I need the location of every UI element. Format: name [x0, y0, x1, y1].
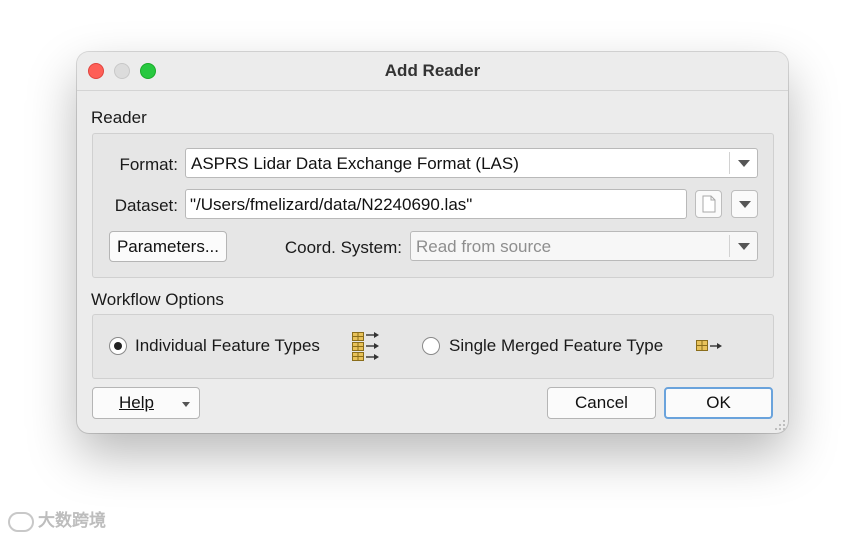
browse-file-button[interactable]	[695, 190, 722, 218]
chevron-down-icon	[739, 201, 751, 208]
coord-system-combobox[interactable]: Read from source	[410, 231, 758, 261]
dataset-value: "/Users/fmelizard/data/N2240690.las"	[190, 195, 473, 214]
reader-group: Format: ASPRS Lidar Data Exchange Format…	[92, 133, 774, 278]
single-merged-feature-type-label[interactable]: Single Merged Feature Type	[449, 336, 663, 356]
combo-divider	[729, 152, 730, 174]
cancel-button[interactable]: Cancel	[547, 387, 656, 419]
watermark: 大数跨境	[8, 506, 106, 532]
help-label: Help	[119, 393, 154, 412]
individual-feature-types-label[interactable]: Individual Feature Types	[135, 336, 320, 356]
chevron-down-icon	[738, 243, 750, 250]
ok-button[interactable]: OK	[664, 387, 773, 419]
title-bar: Add Reader	[77, 52, 788, 91]
chevron-down-icon	[182, 402, 190, 407]
help-button[interactable]: Help	[92, 387, 200, 419]
dataset-input[interactable]: "/Users/fmelizard/data/N2240690.las"	[185, 189, 687, 219]
format-label: Format:	[119, 155, 178, 174]
dataset-dropdown-button[interactable]	[731, 190, 758, 218]
reader-section-label: Reader	[91, 108, 147, 127]
document-icon	[702, 195, 716, 213]
chevron-down-icon	[738, 160, 750, 167]
dataset-label: Dataset:	[114, 196, 178, 215]
combo-divider	[729, 235, 730, 257]
parameters-button[interactable]: Parameters...	[109, 231, 227, 262]
workflow-section-label: Workflow Options	[91, 290, 224, 309]
resize-grip-icon[interactable]	[774, 419, 786, 431]
multiple-feature-types-icon	[352, 332, 379, 361]
coord-system-label: Coord. System:	[284, 238, 402, 257]
format-combobox[interactable]: ASPRS Lidar Data Exchange Format (LAS)	[185, 148, 758, 178]
watermark-text: 大数跨境	[38, 511, 106, 530]
add-reader-dialog: Add Reader Reader Format: ASPRS Lidar Da…	[77, 52, 788, 433]
format-value: ASPRS Lidar Data Exchange Format (LAS)	[191, 154, 519, 173]
coord-system-placeholder: Read from source	[416, 237, 552, 256]
merged-feature-type-icon	[696, 340, 722, 351]
window-title: Add Reader	[384, 61, 481, 80]
radio-selected-dot	[114, 342, 122, 350]
watermark-logo-icon	[8, 511, 34, 532]
workflow-group: Individual Feature Types Single Merged F…	[92, 314, 774, 379]
individual-feature-types-radio[interactable]	[109, 337, 127, 355]
single-merged-feature-type-radio[interactable]	[422, 337, 440, 355]
